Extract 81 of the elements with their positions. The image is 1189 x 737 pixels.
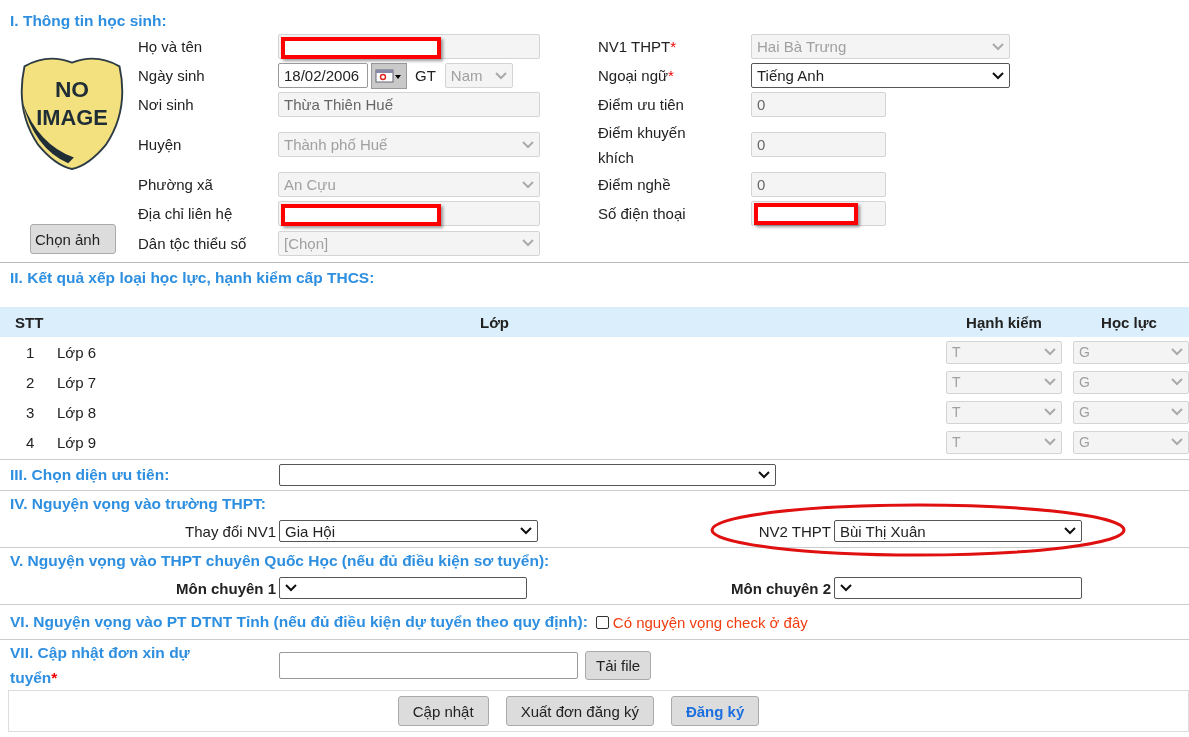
chevron-icon (522, 239, 534, 247)
field-label: Huyện (138, 136, 182, 153)
grade-dropdown[interactable]: G (1073, 340, 1189, 364)
field-label: NV2 THPT (758, 522, 831, 540)
field-label: Thay đổi NV1 (185, 522, 276, 540)
chevron-icon (522, 140, 534, 149)
date-field[interactable]: 18/02/2006 (278, 63, 368, 88)
chevron-icon (1171, 378, 1183, 386)
field-label: Phường xã (138, 176, 213, 193)
chevron-icon (992, 42, 1004, 51)
dropdown[interactable]: Bùi Thị Xuân (834, 520, 1082, 542)
chevron-icon (1044, 348, 1056, 356)
action-button[interactable]: Đăng ký (670, 696, 760, 726)
field-label: Họ và tên (138, 38, 203, 55)
column-header: Hạnh kiểm (965, 313, 1043, 331)
field-label: Môn chuyên 2 (731, 579, 831, 597)
grade-dropdown[interactable]: G (1073, 370, 1189, 394)
choose-photo-button[interactable]: Chọn ảnh (30, 224, 116, 254)
action-button[interactable]: Xuất đơn đăng ký (505, 696, 654, 726)
chevron-icon (758, 471, 770, 479)
field-label: Nơi sinh (138, 96, 194, 113)
conduct-dropdown[interactable]: T (946, 400, 1062, 424)
chevron-icon (522, 180, 534, 189)
table-cell-text: Lớp 6 (57, 343, 98, 361)
section-heading: IV. Nguyện vọng vào trường THPT: (9, 494, 267, 514)
table-cell-text: Lớp 9 (57, 433, 98, 451)
checkbox-label: Có nguyện vọng check ở đây (612, 613, 808, 631)
field-label: Ngoại ngữ* (598, 66, 674, 86)
chevron-icon (992, 71, 1004, 80)
gender-label: GT (415, 67, 436, 84)
conduct-dropdown[interactable]: T (946, 370, 1062, 394)
dropdown[interactable]: Gia Hội (279, 520, 538, 542)
grade-dropdown[interactable]: G (1073, 430, 1189, 454)
chevron-icon (1064, 527, 1076, 535)
chevron-icon (840, 584, 852, 592)
chevron-icon (1044, 438, 1056, 446)
chevron-icon (1044, 378, 1056, 386)
table-cell-text: 1 (25, 343, 36, 361)
gender-dropdown[interactable]: Nam (444, 63, 513, 88)
table-cell-text: Lớp 7 (57, 373, 98, 391)
dropdown[interactable]: Tiếng Anh (751, 63, 1010, 88)
file-field[interactable] (279, 651, 578, 679)
chevron-icon (1171, 438, 1183, 446)
table-cell-text: 2 (25, 373, 36, 391)
dropdown[interactable] (279, 577, 527, 599)
dropdown[interactable] (834, 577, 1082, 599)
table-cell-text: 4 (25, 433, 36, 451)
field-label: Điểm nghề (598, 175, 671, 195)
column-header: Lớp (479, 313, 510, 331)
section-heading: I. Thông tin học sinh: (9, 11, 168, 31)
table-cell-text: Lớp 8 (57, 403, 98, 421)
grade-dropdown[interactable]: G (1073, 400, 1189, 424)
section-heading: VII. Cập nhật đơn xin dự tuyển* (10, 643, 191, 688)
field-label: Dân tộc thiểu số (138, 234, 247, 252)
chevron-icon (520, 527, 532, 535)
chevron-icon (1171, 408, 1183, 416)
field-label: Ngày sinh (138, 67, 205, 84)
table-cell-text: 3 (25, 403, 36, 421)
action-button[interactable]: Cập nhật (397, 696, 489, 726)
field-label: Điểm ưu tiên (598, 95, 684, 115)
chevron-icon (285, 584, 297, 592)
section-heading: V. Nguyện vọng vào THPT chuyên Quốc Học (nếu đủ điều kiện sơ tuyển): (9, 551, 551, 571)
column-header: Học lực (1100, 313, 1158, 331)
column-header: STT (14, 313, 45, 331)
conduct-dropdown[interactable]: T (946, 430, 1062, 454)
field-label: Địa chỉ liên hệ (138, 205, 233, 222)
field-label: NV1 THPT* (598, 37, 677, 57)
chevron-icon (1171, 348, 1183, 356)
field-label: Điểm khuyến khích (598, 122, 687, 168)
chevron-icon (1044, 408, 1056, 416)
calendar-button[interactable] (371, 62, 407, 89)
section-heading: II. Kết quả xếp loại học lực, hạnh kiểm cấp THCS: (9, 268, 376, 288)
section-heading: VI. Nguyện vọng vào PT DTNT Tỉnh (nếu đủ điều kiện dự tuyển theo quy định): (10, 613, 588, 631)
field-label: Số điện thoại (598, 204, 686, 224)
upload-button[interactable]: Tải file (585, 650, 652, 680)
section-heading: III. Chọn diện ưu tiên: (10, 466, 170, 483)
checkbox[interactable] (595, 615, 609, 629)
chevron-icon (494, 71, 507, 80)
field-label: Môn chuyên 1 (176, 579, 276, 597)
conduct-dropdown[interactable]: T (946, 340, 1062, 364)
priority-dropdown[interactable] (279, 464, 776, 486)
